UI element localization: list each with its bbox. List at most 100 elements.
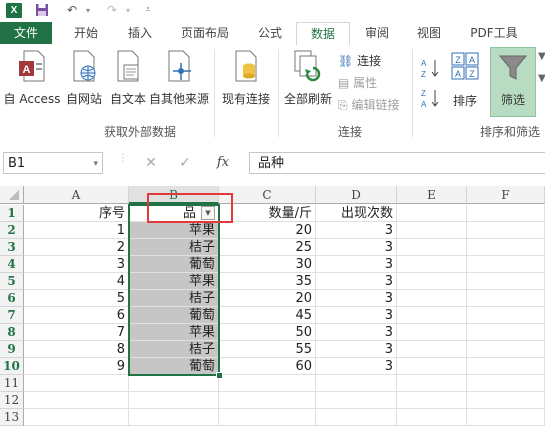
cell-e[interactable] [397,307,467,324]
cell-b[interactable]: 桔子 [129,290,219,307]
formula-input[interactable]: 品种 [249,152,545,174]
select-all-corner[interactable] [0,186,24,204]
row-header[interactable]: 11 [0,375,24,392]
row-header[interactable]: 13 [0,409,24,426]
tab-formulas[interactable]: 公式 [244,22,296,44]
cell-e[interactable] [397,392,467,409]
cell-e[interactable] [397,324,467,341]
cell-f[interactable] [467,341,545,358]
fill-handle[interactable] [216,372,223,379]
cell-f[interactable] [467,290,545,307]
cell-a[interactable]: 8 [24,341,129,358]
enter-formula-button[interactable]: ✓ [172,152,198,174]
cell-c[interactable] [219,409,316,426]
cell-b[interactable]: 葡萄 [129,307,219,324]
row-header[interactable]: 7 [0,307,24,324]
cell-e[interactable] [397,273,467,290]
cell-f[interactable] [467,409,545,426]
cell-c[interactable]: 25 [219,239,316,256]
sort-descending-button[interactable]: ZA [420,87,442,109]
undo-dropdown-icon[interactable]: ▾ [80,3,96,18]
cell-a[interactable]: 5 [24,290,129,307]
cell-b[interactable]: 桔子 [129,239,219,256]
cell-c[interactable]: 20 [219,290,316,307]
tab-home[interactable]: 开始 [60,22,112,44]
cell-e[interactable] [397,256,467,273]
cell-a[interactable] [24,375,129,392]
cell-d[interactable]: 3 [316,290,397,307]
name-box[interactable]: B1 ▾ [3,152,103,174]
cell-d[interactable]: 3 [316,307,397,324]
cell-f[interactable] [467,239,545,256]
cell-a[interactable]: 2 [24,239,129,256]
cell-d[interactable]: 3 [316,222,397,239]
cell-c[interactable]: 60 [219,358,316,375]
cell-e[interactable] [397,239,467,256]
cell-e[interactable] [397,409,467,426]
sort-ascending-button[interactable]: AZ [420,57,442,79]
row-header[interactable]: 9 [0,341,24,358]
cell-b[interactable]: 葡萄 [129,256,219,273]
cancel-formula-button[interactable]: ✕ [138,152,164,174]
cell-a[interactable]: 7 [24,324,129,341]
from-other-sources-button[interactable]: 自其他来源 [148,49,210,107]
cell-d[interactable]: 3 [316,324,397,341]
cell-e[interactable] [397,205,467,222]
cell-a[interactable]: 3 [24,256,129,273]
column-header-a[interactable]: A [24,186,129,204]
row-header[interactable]: 1 [0,205,24,222]
connections-button[interactable]: ⛓ 连接 [338,52,381,70]
save-icon[interactable] [34,3,50,18]
column-header-e[interactable]: E [397,186,467,204]
cell-e[interactable] [397,222,467,239]
from-text-button[interactable]: 自文本 [106,49,150,107]
cell-e[interactable] [397,290,467,307]
cell-c[interactable]: 20 [219,222,316,239]
cell-a[interactable]: 4 [24,273,129,290]
tab-data[interactable]: 数据 [296,22,350,46]
cell-a[interactable]: 9 [24,358,129,375]
cell-d[interactable]: 3 [316,358,397,375]
cell-a[interactable]: 1 [24,222,129,239]
tab-insert[interactable]: 插入 [114,22,166,44]
cell-b[interactable] [129,392,219,409]
existing-connections-button[interactable]: 现有连接 [218,49,274,107]
row-header[interactable]: 4 [0,256,24,273]
row-header[interactable]: 6 [0,290,24,307]
refresh-all-button[interactable]: 全部刷新 [280,49,336,107]
from-access-button[interactable]: A 自 Access [2,49,62,107]
column-header-d[interactable]: D [316,186,397,204]
row-header[interactable]: 3 [0,239,24,256]
cell-f[interactable] [467,358,545,375]
cell-b[interactable]: 苹果 [129,273,219,290]
cell-c[interactable] [219,392,316,409]
insert-function-button[interactable]: fx [208,152,238,174]
cell-b[interactable]: 葡萄 [129,358,219,375]
ribbon-more-icon[interactable]: ▼ ▼ [538,51,545,121]
row-header[interactable]: 2 [0,222,24,239]
column-header-c[interactable]: C [219,186,316,204]
redo-icon[interactable]: ↷ [104,3,120,18]
cell-b[interactable] [129,409,219,426]
cell-c[interactable]: 45 [219,307,316,324]
tab-review[interactable]: 审阅 [352,22,402,44]
cell-f[interactable] [467,307,545,324]
cell-f[interactable] [467,375,545,392]
tab-pdf-tools[interactable]: PDF工具 [458,22,530,44]
cell-a[interactable] [24,409,129,426]
tab-view[interactable]: 视图 [404,22,454,44]
sort-button[interactable]: ZAAZ 排序 [446,51,484,109]
cell-d[interactable]: 3 [316,239,397,256]
tab-page-layout[interactable]: 页面布局 [170,22,240,44]
cell-b[interactable]: 苹果 [129,324,219,341]
cell-d[interactable]: 3 [316,273,397,290]
column-header-f[interactable]: F [467,186,545,204]
cell-a[interactable]: 6 [24,307,129,324]
undo-icon[interactable]: ↶ [64,3,80,18]
cell-d[interactable]: 3 [316,256,397,273]
cell-c[interactable]: 50 [219,324,316,341]
cell-f[interactable] [467,205,545,222]
cell-f[interactable] [467,222,545,239]
cell-f[interactable] [467,256,545,273]
cell-c[interactable]: 35 [219,273,316,290]
